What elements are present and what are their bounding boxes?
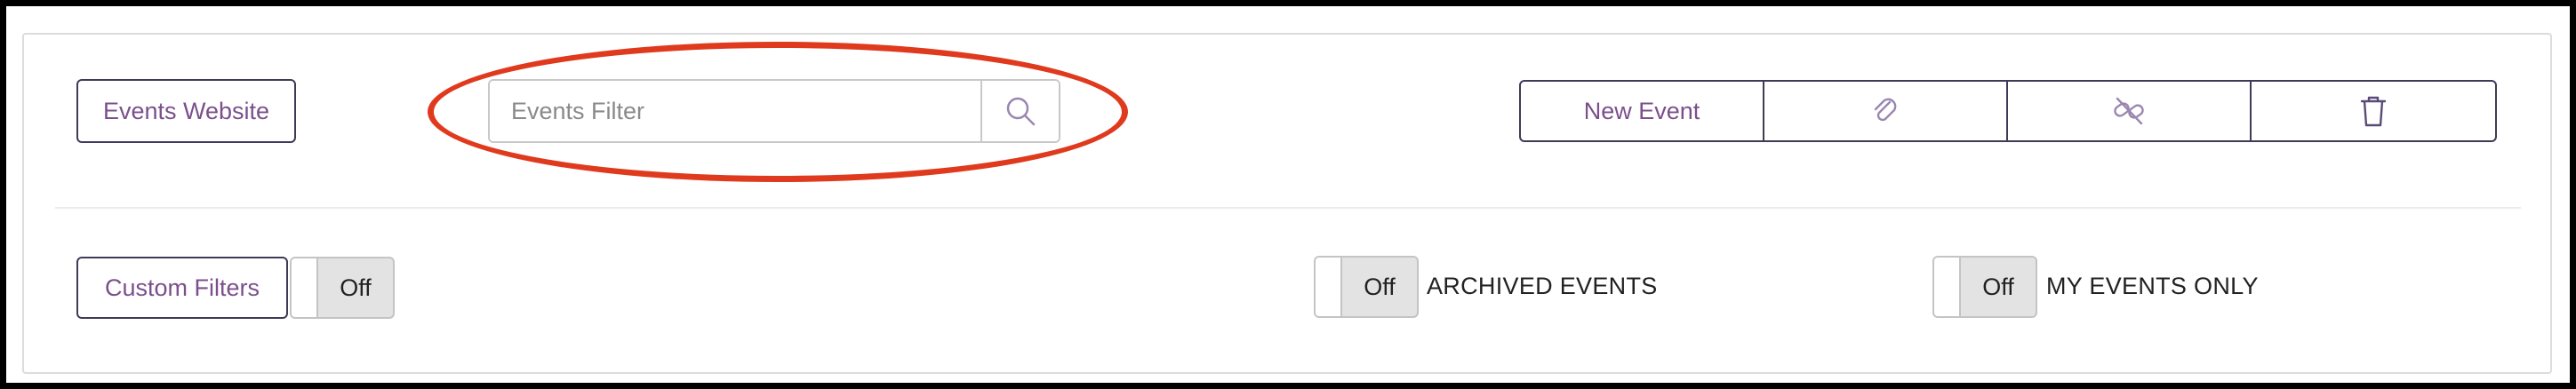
my-events-only-toggle[interactable]: Off	[1932, 256, 2037, 318]
custom-filters-toggle[interactable]: Off	[290, 257, 395, 319]
event-actions-group: New Event	[1519, 80, 2497, 142]
delete-button[interactable]	[2252, 80, 2497, 142]
trash-icon	[2360, 96, 2387, 127]
events-filter-input[interactable]	[490, 81, 980, 141]
archived-events-toggle[interactable]: Off	[1314, 256, 1419, 318]
custom-filters-button[interactable]: Custom Filters	[76, 257, 288, 319]
toggle-knob	[1316, 258, 1342, 316]
unlink-button[interactable]	[2008, 80, 2252, 142]
toggle-knob	[1934, 258, 1961, 316]
events-filter-search	[488, 79, 1060, 143]
screen: Events Website New Event	[6, 6, 2570, 383]
attach-button[interactable]	[1764, 80, 2008, 142]
divider	[55, 207, 2521, 209]
search-button[interactable]	[980, 81, 1059, 141]
toggle-knob	[292, 258, 318, 317]
search-icon	[1006, 97, 1036, 126]
toggle-state: Off	[1982, 273, 2014, 300]
paperclip-icon	[1874, 98, 1897, 122]
unlink-icon	[2114, 97, 2144, 125]
toggle-state: Off	[1364, 273, 1396, 300]
toggle-state: Off	[340, 274, 372, 301]
archived-events-label: ARCHIVED EVENTS	[1427, 273, 1658, 299]
events-website-button[interactable]: Events Website	[76, 79, 296, 143]
my-events-only-label: MY EVENTS ONLY	[2046, 273, 2259, 299]
new-event-button[interactable]: New Event	[1519, 80, 1764, 142]
